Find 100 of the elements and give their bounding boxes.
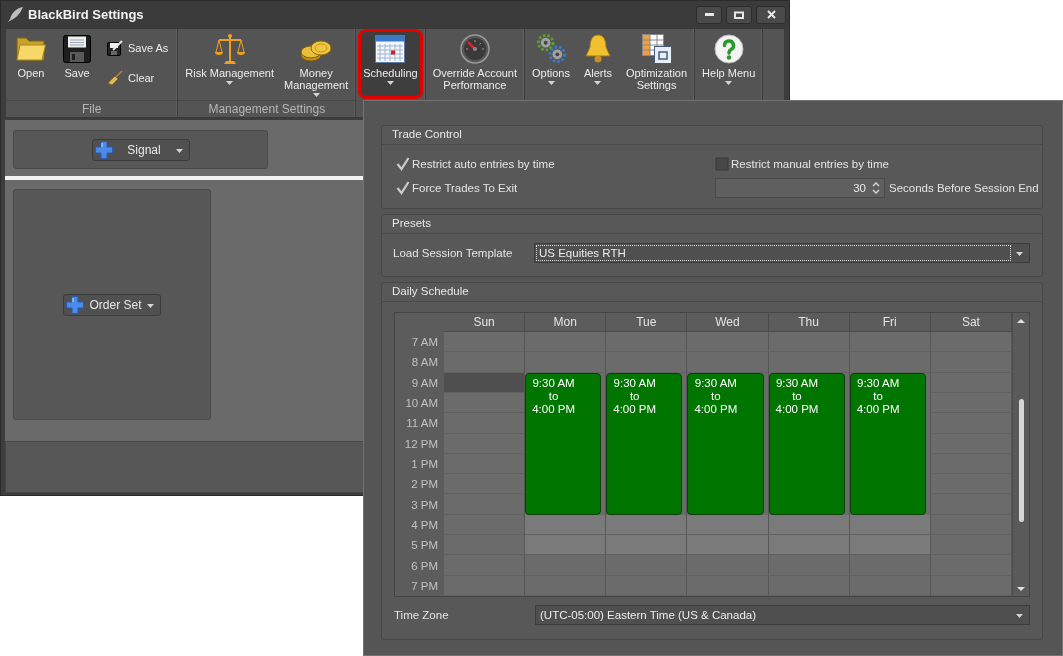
time-slot-cell[interactable]: [444, 453, 526, 475]
save-as-button[interactable]: Save As: [102, 38, 174, 58]
plus-icon: [94, 140, 113, 159]
time-slot-cell[interactable]: [444, 494, 526, 515]
session-block[interactable]: 9:30 AM to 4:00 PM: [606, 372, 683, 515]
time-slot-cell[interactable]: [525, 575, 607, 596]
close-button[interactable]: [756, 5, 786, 24]
time-zone-dropdown[interactable]: (UTC-05:00) Eastern Time (US & Canada): [535, 605, 1030, 625]
session-block[interactable]: 9:30 AM to 4:00 PM: [687, 372, 764, 515]
time-slot-cell[interactable]: [444, 352, 526, 373]
money-management-button[interactable]: Money Management: [279, 29, 354, 99]
time-slot-cell[interactable]: [930, 413, 1012, 434]
caret-icon: [147, 303, 154, 308]
scroll-thumb[interactable]: [1018, 399, 1024, 522]
alerts-button[interactable]: Alerts: [574, 29, 621, 99]
time-slot-cell[interactable]: [930, 474, 1012, 495]
time-slot-cell[interactable]: [606, 352, 688, 373]
checkbox[interactable]: [715, 157, 729, 171]
time-slot-cell[interactable]: [606, 332, 688, 353]
time-slot-cell[interactable]: [768, 535, 850, 556]
session-block[interactable]: 9:30 AM to 4:00 PM: [849, 372, 926, 515]
group-title: Daily Schedule: [382, 283, 1042, 302]
time-slot-cell[interactable]: [444, 433, 526, 454]
plus-icon: [66, 295, 84, 314]
time-slot-cell[interactable]: [606, 555, 688, 576]
time-slot-cell[interactable]: [444, 474, 526, 495]
caret-icon: [175, 148, 183, 153]
time-label: 1 PM: [410, 457, 439, 472]
time-slot-cell[interactable]: [606, 514, 688, 536]
day-header: Wed: [687, 313, 769, 332]
save-button[interactable]: Save: [54, 29, 100, 99]
time-slot-cell[interactable]: [444, 413, 526, 434]
time-label: 11 AM: [405, 416, 439, 432]
time-slot-cell[interactable]: [444, 392, 526, 414]
time-slot-cell[interactable]: [606, 535, 688, 556]
template-dropdown[interactable]: US Equities RTH: [534, 243, 1030, 263]
time-slot-cell[interactable]: [930, 494, 1012, 515]
time-slot-cell[interactable]: [849, 555, 931, 576]
feather-icon: [8, 7, 23, 22]
time-slot-cell[interactable]: [849, 352, 931, 373]
time-slot-cell[interactable]: [444, 535, 526, 556]
day-header: Tue: [606, 313, 688, 332]
time-slot-cell[interactable]: [768, 332, 850, 353]
window-title: BlackBird Settings: [28, 7, 144, 22]
time-slot-cell[interactable]: [849, 332, 931, 353]
gears-icon: [535, 33, 567, 64]
time-slot-cell[interactable]: [444, 575, 526, 596]
scrollbar[interactable]: [1012, 313, 1029, 596]
clear-button[interactable]: Clear: [102, 68, 174, 88]
session-block[interactable]: 9:30 AM to 4:00 PM: [768, 372, 845, 515]
help-menu-button[interactable]: Help Menu: [697, 29, 761, 99]
group-title: Presets: [382, 215, 1042, 234]
time-slot-cell[interactable]: [606, 575, 688, 596]
time-slot-cell[interactable]: [687, 352, 769, 373]
time-slot-cell[interactable]: [444, 332, 526, 353]
time-slot-cell[interactable]: [849, 535, 931, 556]
open-button[interactable]: Open: [8, 29, 54, 99]
signal-button[interactable]: Signal: [91, 138, 190, 161]
risk-management-button[interactable]: Risk Management: [180, 29, 279, 99]
time-slot-cell[interactable]: [768, 555, 850, 576]
time-slot-cell[interactable]: [525, 555, 607, 576]
optimization-settings-button[interactable]: Optimization Settings: [620, 29, 693, 99]
time-slot-cell[interactable]: [687, 514, 769, 536]
maximize-button[interactable]: [726, 5, 752, 24]
time-slot-cell[interactable]: [930, 332, 1012, 353]
time-slot-cell[interactable]: [768, 352, 850, 373]
field-label: Load Session Template: [393, 247, 514, 259]
time-slot-cell[interactable]: [525, 352, 607, 373]
time-slot-cell[interactable]: [444, 555, 526, 576]
override-account-performance-button[interactable]: Override Account Performance: [427, 29, 523, 99]
gauge-icon: [459, 33, 490, 64]
time-label: 8 AM: [410, 355, 439, 371]
time-slot-cell[interactable]: [444, 372, 526, 393]
order-set-button[interactable]: Order Set: [63, 293, 161, 316]
time-slot-cell[interactable]: [444, 514, 526, 536]
session-block[interactable]: 9:30 AM to 4:00 PM: [525, 372, 602, 515]
time-slot-cell[interactable]: [687, 535, 769, 556]
options-button[interactable]: Options: [527, 29, 575, 99]
group-label: Management Settings: [178, 100, 356, 117]
minimize-button[interactable]: [696, 5, 722, 24]
time-slot-cell[interactable]: [930, 535, 1012, 556]
day-header: Sat: [930, 313, 1012, 332]
seconds-spinner[interactable]: 30: [715, 178, 885, 198]
time-slot-cell[interactable]: [687, 555, 769, 576]
time-slot-cell[interactable]: [525, 535, 607, 556]
time-slot-cell[interactable]: [525, 332, 607, 353]
caret-icon: [1016, 252, 1023, 256]
bell-icon: [583, 34, 612, 63]
time-label: 7 AM: [410, 335, 439, 351]
time-slot-cell[interactable]: [687, 332, 769, 353]
calendar-icon: [375, 34, 406, 63]
session-time: 9:30 AM to 4:00 PM: [613, 376, 657, 416]
time-slot-cell[interactable]: [930, 555, 1012, 576]
time-slot-cell[interactable]: [930, 352, 1012, 373]
time-slot-cell[interactable]: [687, 575, 769, 596]
minimize-icon: [704, 13, 714, 16]
day-header: Thu: [768, 313, 850, 332]
group-title: Trade Control: [382, 126, 1042, 145]
scheduling-button[interactable]: Scheduling: [358, 29, 423, 99]
time-slot-cell[interactable]: [525, 514, 607, 536]
